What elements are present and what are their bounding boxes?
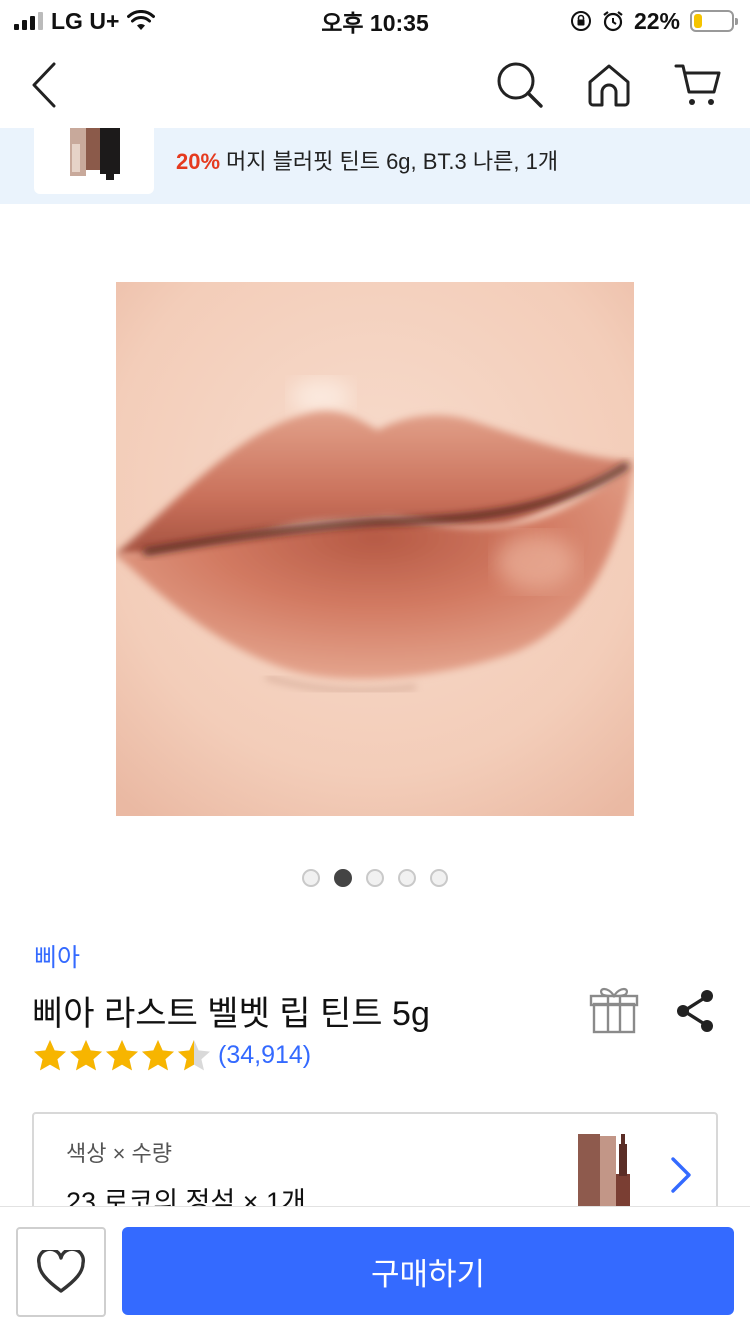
gallery-dot[interactable] xyxy=(334,869,352,887)
status-bar: LG U+ 오후 10:35 22% xyxy=(0,0,750,42)
banner-discount: 20% xyxy=(176,149,221,174)
battery-percent: 22% xyxy=(633,7,680,34)
status-right: 22% xyxy=(570,7,738,35)
search-icon[interactable] xyxy=(496,61,544,109)
product-image[interactable] xyxy=(116,282,634,816)
gallery-dot[interactable] xyxy=(302,869,320,887)
home-icon[interactable] xyxy=(586,62,632,108)
carrier-label: LG U+ xyxy=(51,7,120,34)
gift-icon[interactable] xyxy=(588,984,640,1036)
option-thumbnail xyxy=(578,1134,630,1210)
alarm-icon xyxy=(603,11,623,32)
heart-icon xyxy=(37,1250,85,1293)
banner-product-name: 머지 블러핏 틴트 6g, BT.3 나른, 1개 xyxy=(226,149,559,174)
battery-icon xyxy=(690,10,738,32)
signal-icon xyxy=(14,12,43,30)
cart-icon[interactable] xyxy=(674,62,722,108)
rating-stars xyxy=(32,1038,212,1072)
gallery-dot[interactable] xyxy=(398,869,416,887)
banner-text: 20% 머지 블러핏 틴트 6g, BT.3 나른, 1개 xyxy=(176,144,558,176)
wifi-icon xyxy=(127,10,156,30)
star-icon xyxy=(34,1040,66,1071)
top-nav xyxy=(0,42,750,128)
star-icon xyxy=(106,1040,138,1071)
status-left: LG U+ xyxy=(14,7,156,35)
banner-product-thumbnail xyxy=(34,128,154,194)
bottom-action-bar: 구매하기 xyxy=(0,1206,750,1334)
gallery-dot[interactable] xyxy=(366,869,384,887)
related-product-banner[interactable]: 20% 머지 블러핏 틴트 6g, BT.3 나른, 1개 xyxy=(0,128,750,204)
buy-button[interactable]: 구매하기 xyxy=(122,1227,734,1315)
product-title: 삐아 라스트 벨벳 립 틴트 5g xyxy=(32,995,430,1033)
gallery-pagination xyxy=(0,869,750,887)
nav-actions xyxy=(496,61,722,109)
star-icon xyxy=(70,1040,102,1071)
chevron-left-icon[interactable] xyxy=(28,62,58,108)
gallery-dot[interactable] xyxy=(430,869,448,887)
option-label: 색상 × 수량 xyxy=(66,1141,173,1166)
share-icon[interactable] xyxy=(672,988,718,1034)
battery-fill xyxy=(694,14,702,28)
star-icon xyxy=(142,1040,174,1071)
brand-link[interactable]: 삐아 xyxy=(34,938,80,974)
star-icon xyxy=(178,1040,210,1071)
product-rating[interactable]: (34,914) xyxy=(32,1038,311,1072)
review-count[interactable]: (34,914) xyxy=(218,1041,311,1070)
wishlist-button[interactable] xyxy=(16,1227,106,1317)
rotation-lock-icon xyxy=(570,11,591,31)
chevron-right-icon xyxy=(671,1157,691,1193)
